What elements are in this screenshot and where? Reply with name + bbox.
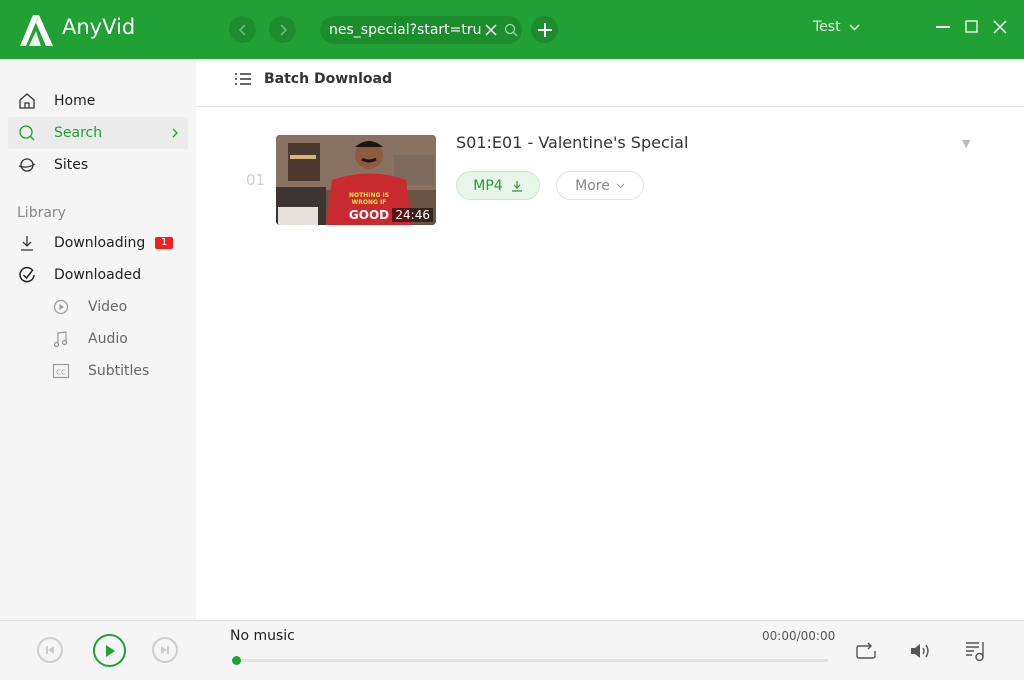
sidebar-item-audio[interactable]: Audio [8,323,188,355]
play-icon [105,644,115,657]
more-label: More [575,177,610,194]
check-circle-icon [19,266,35,283]
track-title: No music [230,628,295,644]
play-circle-icon [53,299,69,315]
play-button[interactable] [93,634,126,667]
sidebar-item-label: Video [88,299,128,315]
sidebar-item-sites[interactable]: Sites [8,149,188,181]
video-title: S01:E01 - Valentine's Special [456,133,689,152]
progress-knob[interactable] [232,656,241,665]
back-button[interactable] [229,16,256,43]
chevron-right-icon [172,128,178,138]
close-icon[interactable] [993,20,1007,34]
sidebar-item-label: Home [54,93,96,109]
sidebar-item-label: Search [54,125,103,141]
chevron-down-icon [616,183,625,188]
user-name: Test [813,19,841,35]
sidebar-item-label: Sites [54,157,89,173]
sidebar-item-home[interactable]: Home [8,85,188,117]
sidebar-item-downloading[interactable]: Downloading 1 [8,227,188,259]
sidebar-item-search[interactable]: Search [8,117,188,149]
skip-previous-icon [46,646,54,654]
download-mp4-button[interactable]: MP4 [456,171,540,200]
svg-text:NOTHING IS: NOTHING IS [349,192,389,199]
maximize-icon[interactable] [965,20,979,34]
forward-button[interactable] [269,16,296,43]
skip-next-icon [161,646,169,654]
row-dropdown-caret-icon[interactable]: ▼ [962,137,970,150]
add-tab-button[interactable] [531,16,558,43]
format-label: MP4 [473,177,503,194]
batch-download-button[interactable]: Batch Download [234,71,392,87]
user-menu[interactable]: Test [813,19,860,35]
music-note-icon [53,331,68,348]
progress-bar[interactable] [232,656,828,665]
sidebar-item-label: Subtitles [88,363,150,379]
url-search-box[interactable]: nes_special?start=true [320,16,522,44]
minimize-icon[interactable] [936,20,950,34]
svg-text:CC: CC [56,369,66,377]
library-heading: Library [17,205,66,221]
sidebar: Home Search Sites Library Downloading 1 … [0,59,196,620]
playlist-icon[interactable] [964,639,988,663]
sidebar-item-downloaded[interactable]: Downloaded [8,259,188,291]
download-icon [21,236,33,251]
track-time: 00:00/00:00 [762,629,836,643]
sidebar-item-label: Downloading [54,235,146,251]
downloading-count-badge: 1 [155,237,174,249]
anyvid-logo-icon [20,15,53,46]
chevron-left-icon [238,23,246,36]
previous-track-button[interactable] [37,637,63,663]
chevron-down-icon [849,23,860,31]
more-formats-button[interactable]: More [556,171,644,200]
volume-icon[interactable] [908,639,932,663]
home-icon [19,93,35,109]
search-icon [19,125,35,141]
url-input[interactable]: nes_special?start=true [329,22,481,38]
video-duration: 24:46 [392,208,433,222]
sidebar-item-subtitles[interactable]: CC Subtitles [8,355,188,387]
svg-text:GOOD: GOOD [349,208,389,222]
batch-download-label: Batch Download [264,71,392,87]
sidebar-item-label: Downloaded [54,267,142,283]
clear-icon[interactable] [483,22,499,38]
next-track-button[interactable] [152,637,178,663]
title-bar: AnyVid nes_special?start=true Test [0,0,1024,59]
main-toolbar: Batch Download [196,59,1024,107]
download-icon [511,180,522,192]
plus-icon [537,22,552,37]
cc-icon: CC [52,363,70,379]
search-icon[interactable] [504,23,518,37]
main-content: Batch Download 01 NOTHING IS WRONG IF GO… [196,59,1024,620]
planet-icon [18,158,36,172]
list-icon [235,73,251,85]
app-name: AnyVid [62,15,136,39]
svg-text:WRONG IF: WRONG IF [352,199,387,206]
repeat-icon[interactable] [854,639,878,663]
music-player: No music 00:00/00:00 [0,620,1024,680]
video-thumbnail[interactable]: NOTHING IS WRONG IF GOOD 24:46 [276,135,436,225]
chevron-right-icon [279,23,287,36]
sidebar-item-video[interactable]: Video [8,291,188,323]
result-index: 01 [246,171,266,189]
sidebar-item-label: Audio [88,331,128,347]
